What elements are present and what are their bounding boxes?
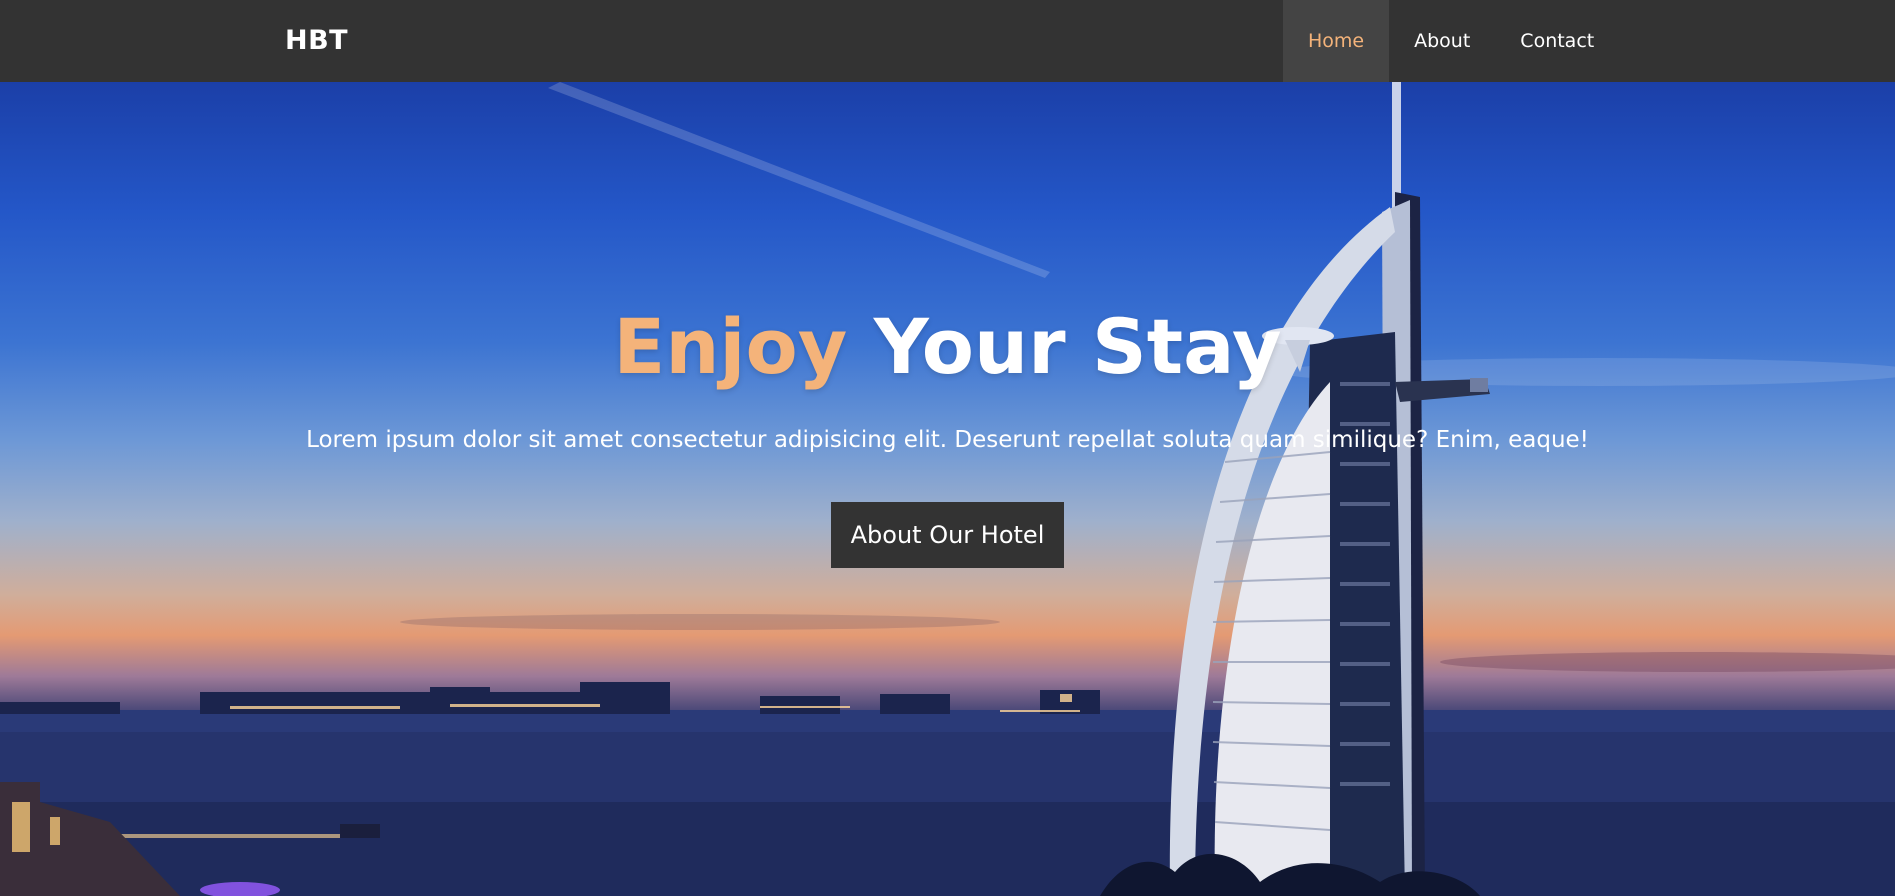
nav-links: Home About Contact [1283,0,1619,82]
hero-title-rest: Your Stay [873,302,1282,391]
hero-subtitle: Lorem ipsum dolor sit amet consectetur a… [306,427,1589,453]
nav-link-home[interactable]: Home [1283,0,1390,82]
about-hotel-button[interactable]: About Our Hotel [831,502,1064,568]
hero-title-accent: Enjoy [613,302,848,391]
brand-logo[interactable]: HBT [285,0,348,82]
hero-title: Enjoy Your Stay [0,302,1895,391]
nav-link-contact[interactable]: Contact [1495,0,1619,82]
nav-link-about[interactable]: About [1389,0,1495,82]
hero-section: Enjoy Your Stay Lorem ipsum dolor sit am… [0,82,1895,896]
hero-background-image [0,82,1895,896]
navbar: HBT Home About Contact [0,0,1895,82]
